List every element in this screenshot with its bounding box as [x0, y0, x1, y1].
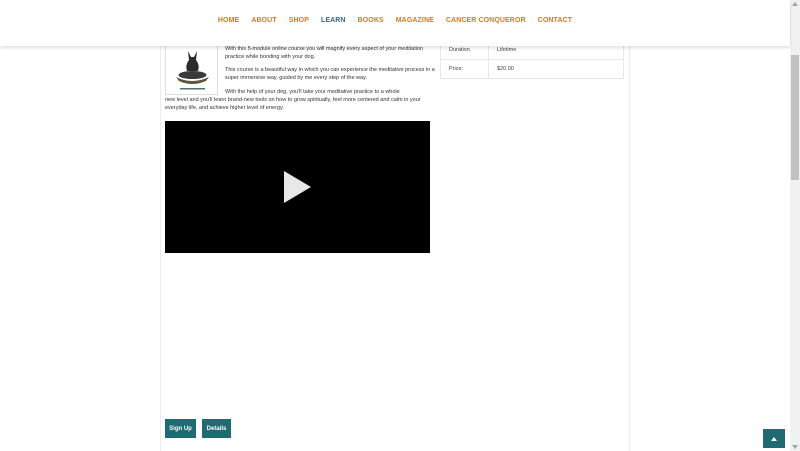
course-description-3a: With the help of your dog, you'll take y… [225, 89, 400, 95]
course-thumbnail [165, 40, 218, 95]
nav-contact[interactable]: CONTACT [532, 17, 578, 24]
sign-up-button[interactable]: Sign Up [165, 419, 196, 438]
details-button[interactable]: Details [202, 419, 231, 438]
nav-learn[interactable]: LEARN [315, 17, 352, 24]
nav-magazine[interactable]: MAGAZINE [390, 17, 440, 24]
nav-home[interactable]: HOME [212, 17, 245, 24]
course-description-2: This course is a beautiful way in which … [225, 67, 435, 81]
back-to-top-button[interactable] [763, 429, 785, 448]
arrow-up-icon [771, 436, 777, 441]
price-value: $20.00 [488, 59, 624, 79]
play-icon[interactable] [284, 171, 311, 203]
nav-shop[interactable]: SHOP [283, 17, 315, 24]
scroll-up-icon[interactable] [792, 2, 798, 6]
scroll-down-icon[interactable] [792, 445, 798, 449]
main-nav: HOME ABOUT SHOP LEARN BOOKS MAGAZINE CAN… [0, 17, 790, 24]
course-description-1: With this 5-module online course you wil… [225, 46, 424, 60]
nav-cancer-conqueror[interactable]: CANCER CONQUEROR [440, 17, 532, 24]
nav-about[interactable]: ABOUT [245, 17, 282, 24]
page-scrollbar[interactable] [790, 0, 800, 451]
site-header: HOME ABOUT SHOP LEARN BOOKS MAGAZINE CAN… [0, 0, 790, 46]
table-row: Price: $20.00 [440, 59, 624, 79]
nav-books[interactable]: BOOKS [352, 17, 390, 24]
course-description-3b: new level and you'll learn brand-new too… [165, 97, 421, 111]
price-label: Price: [440, 59, 489, 79]
video-player[interactable] [165, 121, 430, 253]
scrollbar-thumb[interactable] [791, 55, 799, 180]
